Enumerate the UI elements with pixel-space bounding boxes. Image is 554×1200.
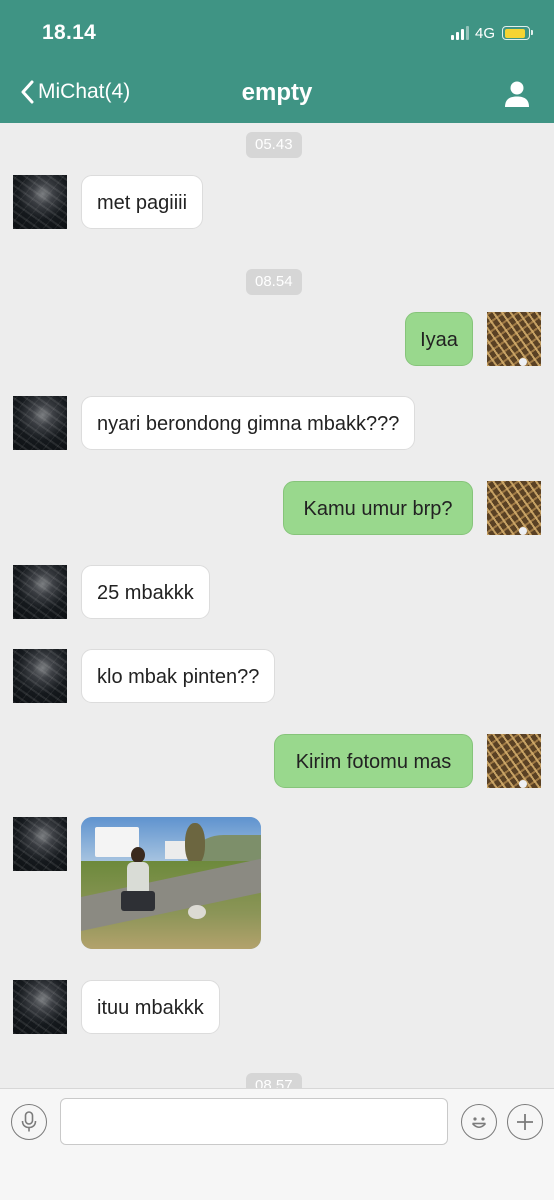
- contact-avatar[interactable]: [13, 817, 67, 871]
- chat-header: 18.14 4G MiChat(4) empty: [0, 0, 554, 123]
- incoming-message[interactable]: met pagiiii: [81, 175, 204, 229]
- microphone-icon: [21, 1111, 37, 1132]
- back-button[interactable]: MiChat(4): [20, 80, 130, 104]
- incoming-message[interactable]: klo mbak pinten??: [81, 649, 276, 703]
- back-label: MiChat(4): [38, 80, 131, 103]
- message-input-bar: [0, 1088, 554, 1200]
- incoming-message[interactable]: nyari berondong gimna mbakk???: [81, 396, 416, 450]
- chevron-left-icon: [21, 80, 34, 104]
- voice-button[interactable]: [11, 1104, 47, 1140]
- timestamp: 05.43: [246, 132, 302, 158]
- contact-avatar[interactable]: [13, 175, 67, 229]
- incoming-message[interactable]: 25 mbakkk: [81, 565, 210, 619]
- outgoing-message[interactable]: Kirim fotomu mas: [274, 734, 473, 788]
- incoming-message[interactable]: ituu mbakkk: [81, 980, 220, 1034]
- plus-icon: [517, 1114, 533, 1130]
- my-avatar[interactable]: [487, 481, 541, 535]
- my-avatar[interactable]: [487, 312, 541, 366]
- battery-icon: [502, 26, 533, 40]
- emoji-button[interactable]: [461, 1104, 497, 1140]
- signal-icon: [450, 26, 469, 40]
- timestamp: 08.54: [246, 269, 302, 295]
- outgoing-message[interactable]: Iyaa: [405, 312, 473, 366]
- my-avatar[interactable]: [487, 734, 541, 788]
- contact-avatar[interactable]: [13, 649, 67, 703]
- contact-avatar[interactable]: [13, 565, 67, 619]
- user-profile-icon[interactable]: [504, 80, 530, 108]
- add-attachment-button[interactable]: [507, 1104, 543, 1140]
- contact-avatar[interactable]: [13, 396, 67, 450]
- message-list[interactable]: 05.43 met pagiiii 08.54 Iyaa nyari beron…: [0, 123, 554, 1088]
- timestamp: 08.57: [246, 1073, 302, 1088]
- contact-avatar[interactable]: [13, 980, 67, 1034]
- outgoing-message[interactable]: Kamu umur brp?: [283, 481, 473, 535]
- image-message[interactable]: [81, 817, 261, 949]
- message-input[interactable]: [60, 1098, 448, 1145]
- network-type: 4G: [474, 24, 495, 42]
- status-indicators: 4G: [450, 24, 533, 42]
- emoji-icon: [471, 1117, 487, 1129]
- status-time: 18.14: [42, 21, 97, 44]
